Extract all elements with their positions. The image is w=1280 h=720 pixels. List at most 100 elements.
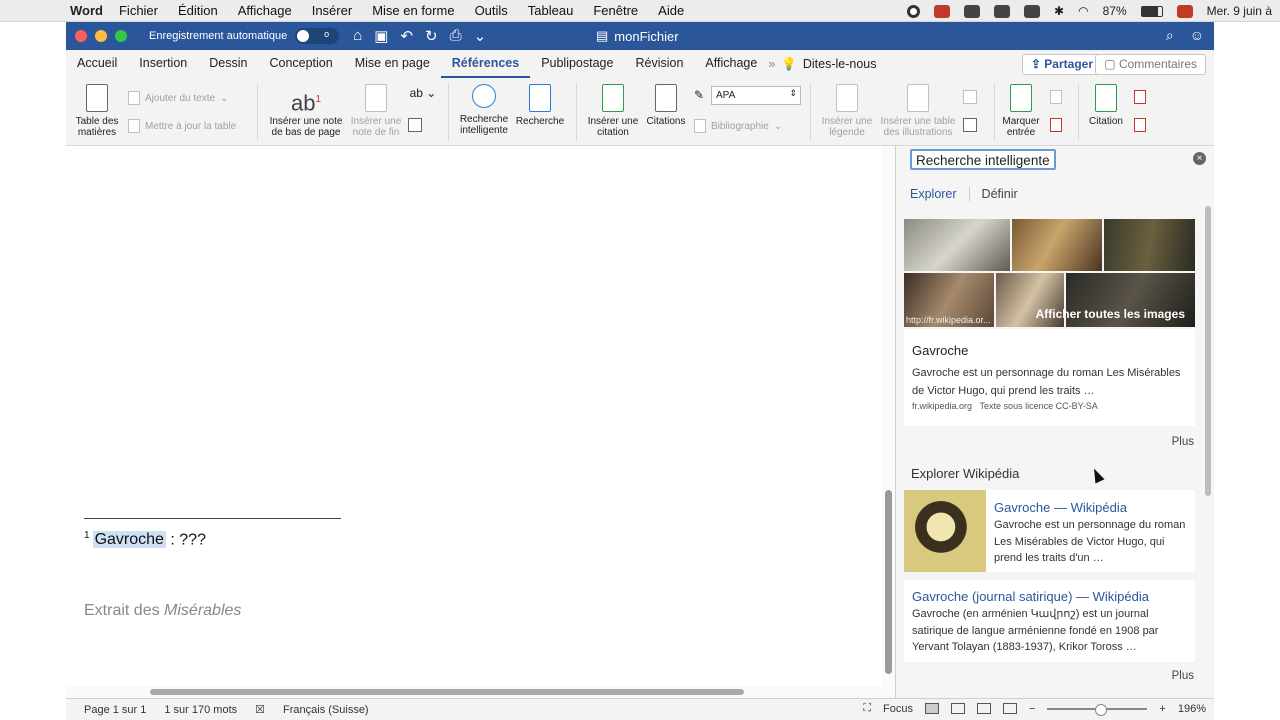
tab-explorer[interactable]: Explorer [910, 187, 970, 201]
more-tabs-icon[interactable]: » [768, 57, 775, 71]
zoom-out-icon[interactable]: − [1029, 703, 1035, 715]
image-result[interactable] [1012, 219, 1102, 271]
tab-references[interactable]: Références [440, 50, 531, 78]
tab-insertion[interactable]: Insertion [128, 50, 198, 78]
print-layout-icon[interactable] [924, 703, 939, 714]
zoom-in-icon[interactable]: + [1159, 703, 1165, 715]
ruler-icon[interactable] [994, 4, 1011, 18]
citations-button[interactable]: Citations [642, 84, 690, 127]
bibliography-button[interactable]: Bibliographie ⌄ [694, 119, 782, 133]
result-source-domain[interactable]: fr.wikipedia.org [912, 401, 972, 411]
battery-label[interactable]: 87% [1103, 4, 1127, 18]
share-button[interactable]: ⇪ Partager [1021, 54, 1102, 75]
result-card[interactable]: Gavroche Gavroche est un personnage du r… [904, 329, 1195, 426]
wiki-result-card[interactable]: Gavroche — Wikipédia Gavroche est un per… [904, 490, 1195, 572]
menu-outils[interactable]: Outils [475, 3, 508, 18]
insert-toa-button[interactable] [1134, 90, 1146, 104]
outline-view-icon[interactable] [976, 703, 991, 714]
word-count[interactable]: 1 sur 170 mots [164, 704, 237, 716]
menu-mise-en-forme[interactable]: Mise en forme [372, 3, 454, 18]
swiss-flag-icon[interactable] [1176, 4, 1193, 18]
record-icon[interactable] [907, 4, 921, 18]
tell-me-box[interactable]: 💡 Dites-le-nous [781, 57, 876, 72]
menu-fichier[interactable]: Fichier [119, 3, 158, 18]
focus-icon[interactable]: ⛶ [863, 702, 871, 715]
bird-icon[interactable] [1024, 4, 1041, 18]
image-result[interactable] [904, 219, 1010, 271]
insert-endnote-button[interactable]: Insérer une note de fin [348, 84, 404, 138]
customize-toolbar-icon[interactable]: ⌄ [474, 27, 487, 45]
image-result[interactable] [1104, 219, 1195, 271]
mark-entry-button[interactable]: Marquer entrée [1000, 84, 1042, 138]
tab-publipostage[interactable]: Publipostage [530, 50, 624, 78]
menu-app-name[interactable]: Word [70, 3, 103, 18]
app-status-icon[interactable] [934, 4, 951, 18]
update-toa-button[interactable] [1134, 118, 1146, 132]
print-icon[interactable]: ⎙ [450, 27, 462, 45]
close-pane-icon[interactable]: × [1193, 152, 1206, 165]
close-box-icon[interactable] [964, 4, 981, 18]
image-results[interactable]: http://fr.wikipedia.or... Afficher toute… [904, 219, 1195, 327]
minimize-window-button[interactable] [95, 30, 107, 42]
menu-edition[interactable]: Édition [178, 3, 218, 18]
update-figures-button[interactable] [963, 90, 977, 104]
result-license[interactable]: Texte sous licence CC-BY-SA [980, 401, 1098, 411]
menu-affichage[interactable]: Affichage [238, 3, 292, 18]
menu-inserer[interactable]: Insérer [312, 3, 352, 18]
focus-label[interactable]: Focus [883, 703, 913, 715]
excerpt-heading[interactable]: Extrait des Misérables [84, 602, 241, 620]
proofing-icon[interactable]: ☒ [255, 703, 265, 716]
document-title[interactable]: ▤ monFichier [596, 28, 679, 44]
page-count[interactable]: Page 1 sur 1 [84, 704, 146, 716]
vertical-scroll-thumb[interactable] [885, 490, 892, 674]
pane-scrollbar[interactable] [1205, 206, 1211, 496]
autosave-toggle[interactable]: o [295, 28, 340, 44]
account-icon[interactable]: ☺ [1190, 27, 1204, 44]
zoom-slider[interactable] [1047, 703, 1148, 716]
wiki-result-card[interactable]: Gavroche (journal satirique) — Wikipédia… [904, 580, 1195, 662]
battery-icon[interactable] [1140, 5, 1163, 17]
clock[interactable]: Mer. 9 juin à [1207, 4, 1272, 18]
tab-conception[interactable]: Conception [258, 50, 343, 78]
smart-lookup-button[interactable]: Recherche intelligente [456, 84, 512, 136]
document-page[interactable]: 1 Gavroche : ??? Extrait des Misérables [66, 146, 882, 686]
toc-button[interactable]: Table des matières [74, 84, 120, 138]
search-icon[interactable]: ⌕ [1166, 27, 1174, 44]
more-wiki-link[interactable]: Plus [1172, 670, 1194, 682]
draft-view-icon[interactable] [1002, 703, 1017, 714]
wifi-icon[interactable]: ◠ [1078, 4, 1088, 18]
redo-icon[interactable]: ↻ [425, 27, 438, 45]
maximize-window-button[interactable] [115, 30, 127, 42]
more-results-link[interactable]: Plus [1172, 436, 1194, 448]
insert-caption-button[interactable]: Insérer une légende [818, 84, 876, 138]
show-notes-button[interactable] [408, 118, 422, 132]
home-icon[interactable]: ⌂ [353, 27, 362, 45]
comments-button[interactable]: ▢ Commentaires [1095, 54, 1206, 75]
web-layout-icon[interactable] [950, 703, 965, 714]
tab-dessin[interactable]: Dessin [198, 50, 258, 78]
wiki-result-title[interactable]: Gavroche (journal satirique) — Wikipédia [912, 589, 1149, 604]
update-table-button[interactable]: Mettre à jour la table [128, 119, 236, 133]
insert-footnote-button[interactable]: ab1 Insérer une note de bas de page [266, 84, 346, 138]
vertical-scrollbar[interactable] [882, 146, 895, 686]
insert-index-button[interactable] [1050, 90, 1062, 104]
researcher-button[interactable]: Recherche [514, 84, 566, 127]
insert-table-figures-button[interactable]: Insérer une table des illustrations [878, 84, 958, 138]
wiki-result-title[interactable]: Gavroche — Wikipédia [994, 500, 1127, 515]
tab-affichage[interactable]: Affichage [694, 50, 768, 78]
zoom-level[interactable]: 196% [1178, 703, 1206, 715]
footnote[interactable]: 1 Gavroche : ??? [84, 530, 206, 549]
show-all-images-link[interactable]: Afficher toutes les images [1036, 307, 1185, 321]
tab-revision[interactable]: Révision [624, 50, 694, 78]
update-index-button[interactable] [1050, 118, 1062, 132]
tab-definir[interactable]: Définir [982, 187, 1030, 201]
horizontal-scroll-thumb[interactable] [150, 689, 744, 695]
language-indicator[interactable]: Français (Suisse) [283, 704, 369, 716]
menu-aide[interactable]: Aide [658, 3, 684, 18]
add-text-button[interactable]: Ajouter du texte ⌄ [128, 91, 228, 105]
tab-mise-en-page[interactable]: Mise en page [344, 50, 441, 78]
insert-citation-button[interactable]: Insérer une citation [584, 84, 642, 138]
selected-word[interactable]: Gavroche [92, 531, 166, 549]
save-icon[interactable]: ▣ [374, 27, 388, 45]
horizontal-scrollbar[interactable] [66, 686, 895, 698]
